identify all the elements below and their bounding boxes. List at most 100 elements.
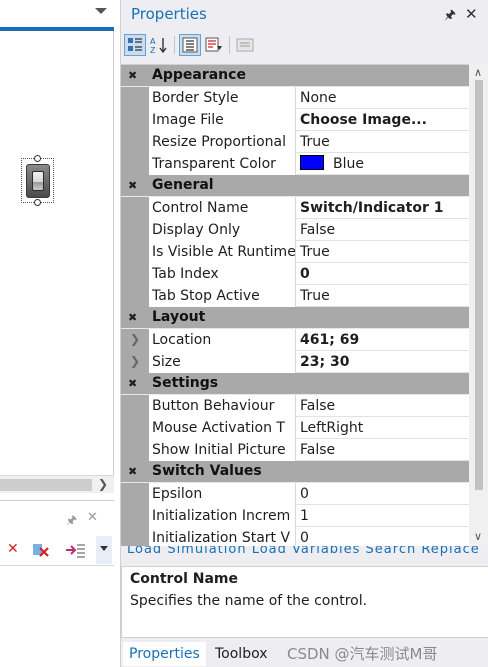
property-row-location[interactable]: ❯ Location 461; 69 bbox=[121, 329, 469, 351]
property-pages-button[interactable] bbox=[234, 34, 256, 56]
delete-all-icon[interactable] bbox=[31, 541, 53, 563]
property-name: Is Visible At Runtime bbox=[149, 241, 296, 263]
property-row-transparent-color[interactable]: Transparent Color Blue bbox=[121, 153, 469, 175]
collapse-icon[interactable]: ✖ bbox=[128, 69, 137, 82]
property-row-display-only[interactable]: Display Only False bbox=[121, 219, 469, 241]
property-row-tab-stop-active[interactable]: Tab Stop Active True bbox=[121, 285, 469, 307]
collapse-icon[interactable]: ✖ bbox=[128, 465, 137, 478]
property-value[interactable]: True bbox=[297, 131, 469, 153]
property-name: Mouse Activation T bbox=[149, 417, 296, 439]
vertical-scrollbar[interactable]: ∧ ∨ bbox=[469, 64, 488, 546]
description-text: Specifies the name of the control. bbox=[130, 593, 368, 609]
property-value[interactable]: LeftRight bbox=[297, 417, 469, 439]
scroll-up-icon[interactable]: ∧ bbox=[474, 66, 482, 79]
collapse-icon[interactable]: ✖ bbox=[128, 179, 137, 192]
tab-dropdown-icon[interactable] bbox=[95, 8, 107, 14]
command-links[interactable]: Load Simulation Load Variables Search Re… bbox=[121, 546, 488, 566]
property-name: Initialization Increm bbox=[149, 505, 296, 527]
close-icon[interactable]: ✕ bbox=[87, 510, 98, 525]
category-general[interactable]: ✖ General bbox=[121, 175, 469, 197]
property-row-control-name[interactable]: Control Name Switch/Indicator 1 bbox=[121, 197, 469, 219]
selected-control[interactable] bbox=[21, 155, 54, 206]
pin-icon[interactable]: 🖈 bbox=[444, 6, 456, 28]
close-icon[interactable]: ✕ bbox=[465, 5, 478, 23]
toolbar-separator bbox=[174, 36, 175, 54]
horizontal-scrollbar[interactable]: ❯ bbox=[0, 475, 114, 493]
property-row-is-visible-at-runtime[interactable]: Is Visible At Runtime True bbox=[121, 241, 469, 263]
color-swatch bbox=[300, 155, 324, 170]
category-label: General bbox=[152, 177, 214, 193]
property-value[interactable]: 0 bbox=[297, 263, 469, 285]
category-switch-values[interactable]: ✖ Switch Values bbox=[121, 461, 469, 483]
property-name: Size bbox=[149, 351, 296, 373]
category-label: Settings bbox=[152, 375, 219, 391]
property-row-image-file[interactable]: Image File Choose Image... bbox=[121, 109, 469, 131]
property-row-tab-index[interactable]: Tab Index 0 bbox=[121, 263, 469, 285]
output-panel: 🖈 ✕ ✕ bbox=[0, 500, 114, 667]
categorized-icon bbox=[128, 38, 142, 51]
scroll-right-icon[interactable]: ❯ bbox=[98, 477, 108, 491]
property-row-button-behaviour[interactable]: Button Behaviour False bbox=[121, 395, 469, 417]
pin-icon[interactable]: 🖈 bbox=[66, 511, 77, 532]
scrollbar-thumb[interactable] bbox=[475, 80, 483, 490]
property-list-icon bbox=[182, 37, 198, 53]
property-value[interactable]: False bbox=[297, 219, 469, 241]
property-row-epsilon[interactable]: Epsilon 0 bbox=[121, 483, 469, 505]
scrollbar-thumb[interactable] bbox=[0, 479, 92, 491]
expand-icon[interactable]: ❯ bbox=[130, 332, 140, 346]
panel-tabs: Properties Toolbox CSDN @汽车测试M哥 bbox=[121, 638, 488, 667]
resize-handle-top[interactable] bbox=[34, 155, 41, 162]
property-value[interactable]: Switch/Indicator 1 bbox=[297, 197, 469, 219]
property-value[interactable]: Blue bbox=[297, 153, 469, 175]
property-name: Initialization Start V bbox=[149, 527, 296, 546]
toolbar-separator bbox=[229, 36, 230, 54]
property-row-border-style[interactable]: Border Style None bbox=[121, 87, 469, 109]
property-row-mouse-activation[interactable]: Mouse Activation T LeftRight bbox=[121, 417, 469, 439]
category-appearance[interactable]: ✖ Appearance bbox=[121, 65, 469, 87]
property-value[interactable]: 23; 30 bbox=[297, 351, 469, 373]
category-settings[interactable]: ✖ Settings bbox=[121, 373, 469, 395]
tab-properties[interactable]: Properties bbox=[123, 642, 206, 666]
expand-icon[interactable]: ❯ bbox=[130, 354, 140, 368]
goto-icon[interactable] bbox=[64, 541, 88, 563]
resize-handle-bottom[interactable] bbox=[34, 199, 41, 206]
property-value[interactable]: Choose Image... bbox=[297, 109, 469, 131]
property-value[interactable]: False bbox=[297, 395, 469, 417]
properties-toolbar: A Z bbox=[121, 30, 488, 60]
property-value[interactable]: 0 bbox=[297, 483, 469, 505]
tab-toolbox[interactable]: Toolbox bbox=[209, 642, 274, 666]
property-pages-icon bbox=[236, 38, 254, 52]
scroll-down-icon[interactable]: ∨ bbox=[474, 530, 482, 543]
design-canvas[interactable] bbox=[0, 31, 114, 475]
delete-icon[interactable]: ✕ bbox=[7, 541, 19, 557]
property-value[interactable]: True bbox=[297, 241, 469, 263]
property-value[interactable]: False bbox=[297, 439, 469, 461]
events-button[interactable] bbox=[203, 34, 225, 56]
command-links-text[interactable]: Load Simulation Load Variables Search Re… bbox=[127, 546, 480, 557]
property-name: Transparent Color bbox=[149, 153, 296, 175]
property-name: Location bbox=[149, 329, 296, 351]
panel-title: Properties bbox=[131, 5, 207, 23]
category-layout[interactable]: ✖ Layout bbox=[121, 307, 469, 329]
property-value[interactable]: 461; 69 bbox=[297, 329, 469, 351]
toolbar-overflow-button[interactable] bbox=[96, 536, 112, 564]
properties-view-button[interactable] bbox=[179, 34, 201, 56]
collapse-icon[interactable]: ✖ bbox=[128, 311, 137, 324]
property-row-initialization-start[interactable]: Initialization Start V 0 bbox=[121, 527, 469, 546]
property-row-show-initial-picture[interactable]: Show Initial Picture False bbox=[121, 439, 469, 461]
property-value[interactable]: None bbox=[297, 87, 469, 109]
description-title: Control Name bbox=[130, 571, 238, 587]
collapse-icon[interactable]: ✖ bbox=[128, 377, 137, 390]
categorized-button[interactable] bbox=[124, 34, 146, 56]
property-value[interactable]: 0 bbox=[297, 527, 469, 546]
property-row-resize-proportional[interactable]: Resize Proportional True bbox=[121, 131, 469, 153]
category-label: Layout bbox=[152, 309, 206, 325]
property-row-size[interactable]: ❯ Size 23; 30 bbox=[121, 351, 469, 373]
property-value[interactable]: True bbox=[297, 285, 469, 307]
category-label: Appearance bbox=[152, 67, 246, 83]
property-value[interactable]: 1 bbox=[297, 505, 469, 527]
switch-indicator-icon[interactable] bbox=[26, 164, 50, 198]
alphabetical-button[interactable]: A Z bbox=[148, 34, 170, 56]
property-row-initialization-increment[interactable]: Initialization Increm 1 bbox=[121, 505, 469, 527]
property-grid[interactable]: ✖ Appearance Border Style None Image Fil… bbox=[121, 64, 469, 546]
